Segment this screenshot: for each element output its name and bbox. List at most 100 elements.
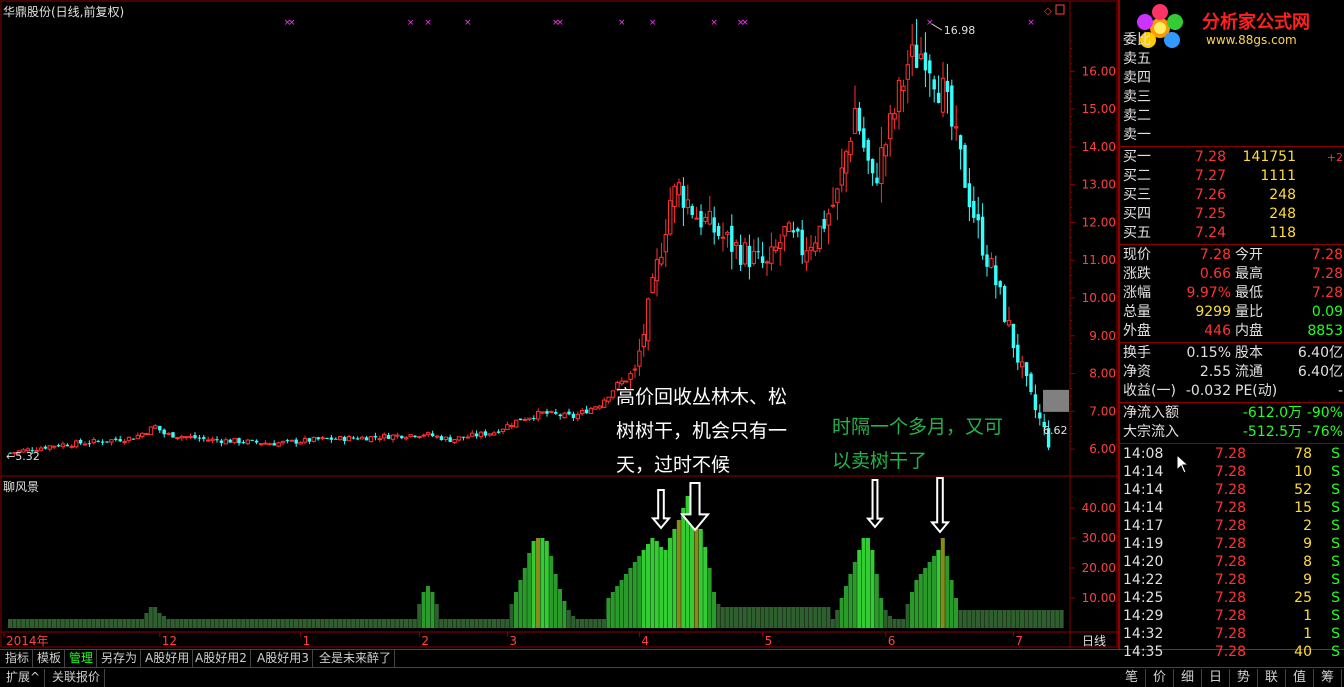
quote-view-tab[interactable]: 细: [1174, 669, 1202, 687]
candle-body: [122, 440, 127, 443]
indicator-bar: [1006, 610, 1011, 628]
buy-level-price: 7.28: [1194, 149, 1226, 165]
arrow-shape: [865, 479, 885, 529]
indicator-bar: [368, 619, 373, 628]
buy-level-volume: 141751: [1242, 149, 1296, 165]
panel-separator: [1120, 342, 1344, 343]
indicator-bar: [355, 619, 360, 628]
indicator-bar: [945, 556, 950, 628]
indicator-bar: [175, 619, 180, 628]
signal-marker: ×: [618, 18, 626, 28]
candle-body: [162, 429, 166, 435]
sell-level-label: 卖三: [1123, 89, 1151, 105]
quote-view-tab[interactable]: 值: [1286, 669, 1314, 687]
sell-level-row: 卖五: [1120, 50, 1344, 69]
formula-tab[interactable]: 管理: [66, 650, 98, 668]
candle-body: [1020, 361, 1025, 368]
candle-body: [487, 433, 493, 436]
chart-area[interactable]: 6.00 7.00 8.00 9.00 10.00 11.00 12.00 13.00 14.0…: [0, 0, 1118, 648]
candle-body: [852, 108, 858, 134]
candle-body: [928, 60, 932, 74]
annotation-white-line: 天，过时不候: [616, 454, 731, 476]
indicator-bar: [725, 607, 730, 628]
candle-body: [532, 417, 536, 419]
indicator-bar: [703, 547, 708, 628]
quote-view-tab[interactable]: 日: [1202, 669, 1230, 687]
candle-body: [461, 436, 466, 438]
candle-body: [747, 245, 752, 268]
tick-row: 14:22 7.28 9 S: [1120, 571, 1344, 589]
candle-body: [901, 85, 906, 91]
candle-body: [166, 432, 171, 435]
extension-tab[interactable]: 关联报价: [48, 669, 106, 687]
candle-body: [580, 409, 585, 415]
high-price-label: 16.98: [944, 24, 976, 37]
candle-body: [109, 439, 114, 443]
quote-view-tab[interactable]: 筹: [1314, 669, 1342, 687]
candle-body: [105, 441, 109, 443]
candle-body: [835, 188, 840, 203]
quote-view-tab[interactable]: 价: [1146, 669, 1174, 687]
indicator-bar: [619, 580, 624, 628]
indicator-bar: [21, 619, 26, 628]
maximize-icon[interactable]: [1055, 4, 1065, 15]
candle-body: [329, 437, 334, 440]
quote-view-tab[interactable]: 联: [1258, 669, 1286, 687]
candle-body: [364, 437, 369, 441]
formula-tab[interactable]: A股好用2: [192, 650, 251, 668]
indicator-bar: [320, 619, 325, 628]
candle-body: [47, 445, 52, 450]
flow-row: 净流入额 -612.0万 -90%: [1120, 404, 1344, 423]
indicator-bar: [1020, 610, 1024, 628]
candle-body: [694, 217, 699, 220]
indicator-bar: [681, 508, 686, 628]
formula-tab[interactable]: A股好用3: [254, 650, 313, 668]
indicator-bar: [272, 619, 276, 628]
indicator-bar: [82, 619, 87, 628]
stat-label: 量比: [1235, 304, 1263, 320]
indicator-bar: [971, 610, 976, 628]
indicator-bar: [910, 592, 914, 628]
formula-tab[interactable]: A股好用: [142, 650, 194, 668]
kline-chart[interactable]: 6.00 7.00 8.00 9.00 10.00 11.00 12.00 13.00 14.0…: [0, 0, 1118, 648]
indicator-bar: [549, 556, 554, 628]
candle-body: [267, 443, 273, 446]
indicator-bar: [760, 607, 765, 628]
candle-body: [400, 435, 404, 439]
indicator-bar: [56, 619, 61, 628]
candle-body: [434, 435, 440, 438]
indicator-bar: [932, 556, 936, 628]
candle-body: [857, 107, 862, 132]
quote-view-tab[interactable]: 笔: [1118, 669, 1146, 687]
formula-tab[interactable]: 全是未来醉了: [316, 650, 396, 668]
weibi-row: 委比: [1120, 31, 1344, 50]
indicator-bar: [412, 619, 417, 628]
formula-tab[interactable]: 另存为: [98, 650, 142, 668]
candle-body: [500, 428, 506, 433]
fundamental-value: 2.55: [1199, 364, 1231, 380]
indicator-bar: [509, 604, 514, 628]
tick-row: 14:14 7.28 10 S: [1120, 463, 1344, 481]
indicator-bar: [439, 619, 444, 628]
sell-level-label: 卖一: [1123, 127, 1151, 143]
panel-separator: [1120, 443, 1344, 444]
extension-tab[interactable]: 扩展^: [2, 669, 46, 687]
indicator-bar: [157, 613, 162, 628]
quote-view-tab[interactable]: 势: [1230, 669, 1258, 687]
candle-body: [408, 434, 413, 437]
candle-body: [663, 234, 668, 253]
candle-body: [377, 438, 383, 441]
candle-body: [536, 411, 541, 420]
indicator-title: 聊风景: [3, 480, 40, 494]
indicator-bar: [197, 619, 202, 628]
candle-body: [448, 437, 452, 442]
candle-body: [646, 298, 651, 342]
flow-label: 大宗流入: [1123, 424, 1179, 440]
formula-tab[interactable]: 模板: [34, 650, 66, 668]
candle-body: [632, 368, 638, 371]
candle-body: [685, 199, 690, 209]
candle-body: [65, 444, 70, 447]
down-arrow-icon: [865, 479, 885, 529]
buy-level-volume: 248: [1269, 206, 1296, 222]
formula-tab[interactable]: 指标: [2, 650, 34, 668]
